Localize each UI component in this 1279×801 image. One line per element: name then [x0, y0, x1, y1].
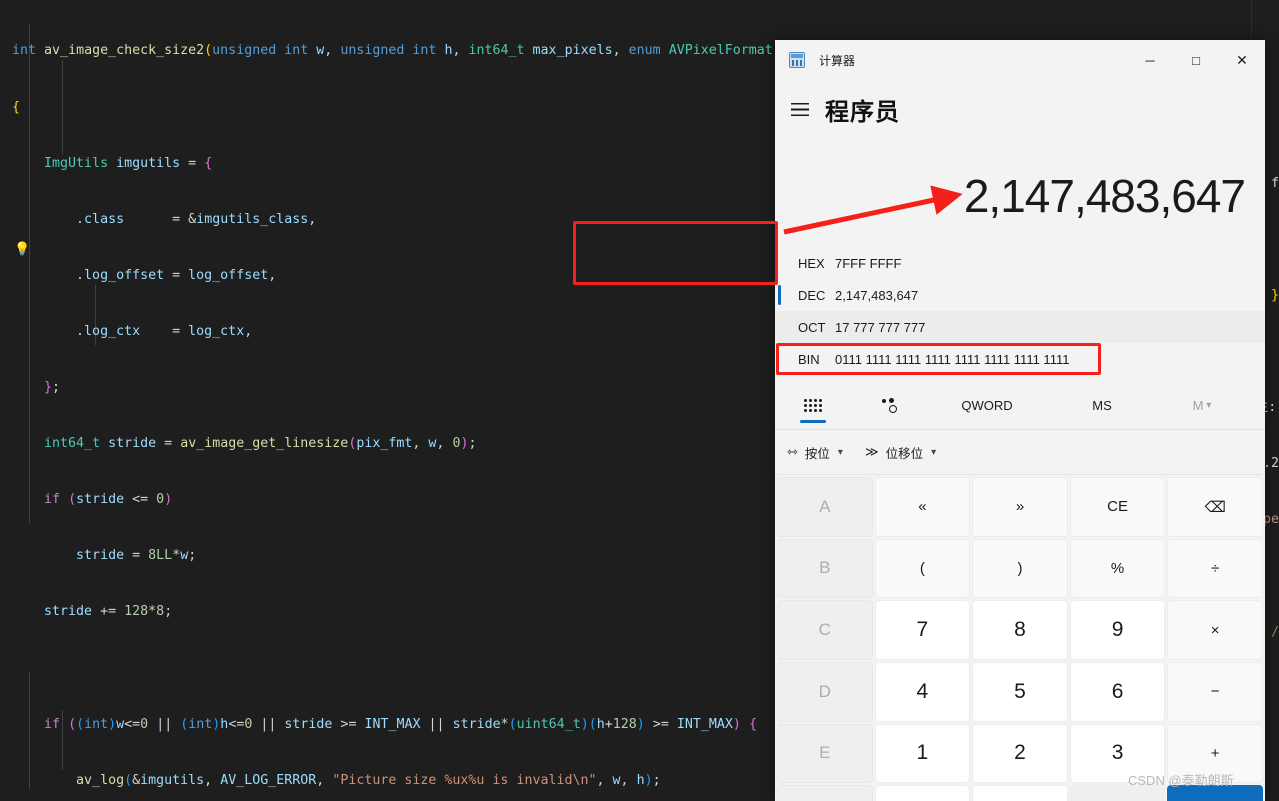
key-5[interactable]: 5: [972, 662, 1068, 722]
key-7[interactable]: 7: [874, 600, 971, 660]
calculator-icon: [789, 52, 805, 68]
key-rshift[interactable]: »: [972, 477, 1068, 537]
mode-header: 程序员: [775, 80, 1265, 138]
close-button[interactable]: ✕: [1219, 40, 1265, 80]
base-value: 7FFF FFFF: [835, 255, 902, 271]
key-open-paren[interactable]: (: [874, 538, 971, 599]
maximize-button[interactable]: □: [1173, 40, 1219, 80]
annotation-arrow: [783, 185, 963, 235]
key-subtract[interactable]: −: [1167, 662, 1263, 722]
bitshift-dropdown-label: 位移位: [885, 446, 924, 461]
bitshift-dropdown[interactable]: ≫ 位移位 ▾: [865, 443, 936, 462]
key-e[interactable]: E: [777, 723, 873, 784]
word-size-button[interactable]: QWORD: [927, 381, 1047, 429]
key-0[interactable]: 0: [972, 785, 1068, 801]
key-negate[interactable]: +/-: [874, 785, 971, 801]
watermark: CSDN @泰勒朗斯: [1128, 773, 1234, 788]
key-f[interactable]: F: [777, 785, 873, 801]
calculator-titlebar[interactable]: 计算器 ─ □ ✕: [775, 40, 1265, 80]
key-percent[interactable]: %: [1069, 538, 1166, 599]
annotation-box-code-condition: [573, 221, 778, 285]
annotation-box-bin-row: [776, 343, 1101, 375]
base-row-oct[interactable]: OCT 17 777 777 777: [775, 311, 1265, 343]
calculator-toolbar[interactable]: QWORD MS M ▾: [775, 381, 1265, 430]
key-close-paren[interactable]: ): [972, 538, 1068, 599]
operator-dropdown-row[interactable]: ⇿ 按位 ▾ ≫ 位移位 ▾: [775, 430, 1265, 475]
key-a[interactable]: A: [777, 477, 873, 537]
key-b[interactable]: B: [777, 538, 873, 599]
base-row-dec[interactable]: DEC 2,147,483,647: [775, 279, 1265, 311]
key-2[interactable]: 2: [972, 723, 1068, 784]
bitwise-gate-icon: ⇿: [787, 444, 798, 459]
active-tab-underline: [800, 420, 826, 423]
keypad-dots-glyph: [804, 398, 822, 412]
window-title: 计算器: [819, 53, 856, 68]
base-label: OCT: [798, 319, 826, 335]
bitwise-dropdown[interactable]: ⇿ 按位 ▾: [787, 443, 843, 462]
chevron-down-icon: ▾: [837, 446, 843, 458]
chevron-down-icon: ▾: [1206, 399, 1212, 411]
key-ce[interactable]: CE: [1069, 477, 1166, 537]
calculator-window[interactable]: 计算器 ─ □ ✕ 程序员 2,147,483,647 HEX 7FFF FFF…: [775, 40, 1265, 801]
key-divide[interactable]: ÷: [1167, 538, 1263, 599]
keypad-dots-icon[interactable]: [775, 381, 851, 429]
window-controls[interactable]: ─ □ ✕: [1127, 40, 1265, 80]
key-c[interactable]: C: [777, 600, 873, 660]
display-value: 2,147,483,647: [963, 170, 1246, 222]
key-8[interactable]: 8: [972, 600, 1068, 660]
hamburger-icon[interactable]: [791, 102, 809, 116]
minimize-button[interactable]: ─: [1127, 40, 1173, 80]
memory-menu-button[interactable]: M ▾: [1157, 381, 1247, 429]
bitwise-dropdown-label: 按位: [804, 446, 830, 461]
base-label: HEX: [798, 255, 825, 271]
key-9[interactable]: 9: [1069, 600, 1166, 660]
memory-store-button[interactable]: MS: [1047, 381, 1157, 429]
key-d[interactable]: D: [777, 662, 873, 722]
bit-toggle-glyph: [881, 397, 897, 413]
key-4[interactable]: 4: [874, 662, 971, 722]
calculator-keypad[interactable]: A « » CE ⌫ B ( ) % ÷ C 7 8 9 × D 4 5 6 −…: [775, 475, 1265, 801]
key-backspace[interactable]: ⌫: [1167, 477, 1263, 537]
selected-indicator: [778, 285, 781, 305]
chevron-down-icon: ▾: [931, 446, 937, 458]
key-multiply[interactable]: ×: [1167, 600, 1263, 660]
memory-menu-label: M: [1192, 397, 1204, 413]
base-value: 17 777 777 777: [835, 319, 926, 335]
key-lshift[interactable]: «: [874, 477, 971, 537]
base-value: 2,147,483,647: [835, 287, 919, 303]
key-6[interactable]: 6: [1069, 662, 1166, 722]
base-label: DEC: [798, 287, 826, 303]
base-row-hex[interactable]: HEX 7FFF FFFF: [775, 247, 1265, 279]
bit-toggle-icon[interactable]: [851, 381, 927, 429]
bitshift-icon: ≫: [864, 444, 879, 459]
key-1[interactable]: 1: [874, 723, 971, 784]
calculator-mode-label: 程序员: [825, 98, 900, 126]
